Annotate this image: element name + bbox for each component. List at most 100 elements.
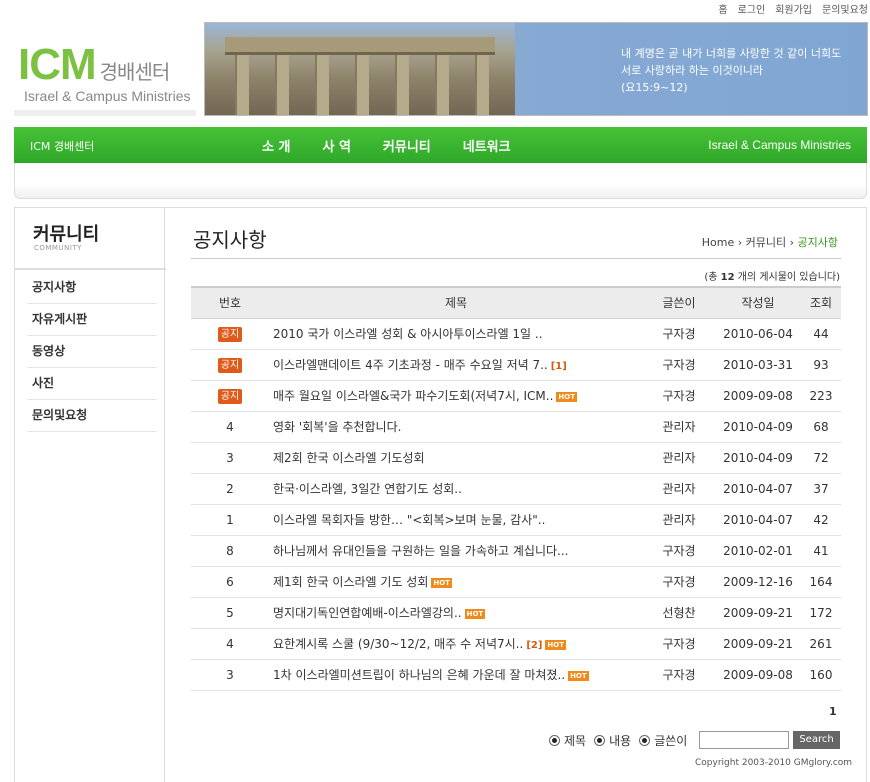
sidebar-item-inquiry[interactable]: 문의및요청 bbox=[27, 400, 157, 432]
search-form: 제목 내용 글쓴이 Search bbox=[549, 731, 840, 749]
nav-item-community[interactable]: 커뮤니티 bbox=[383, 136, 431, 155]
top-link-login[interactable]: 로그인 bbox=[738, 1, 766, 16]
cell-number: 5 bbox=[191, 597, 269, 629]
cell-title: 제2회 한국 이스라엘 기도성회 bbox=[269, 442, 643, 474]
sub-nav-bar bbox=[14, 163, 867, 199]
cell-views: 261 bbox=[801, 628, 841, 660]
search-input[interactable] bbox=[699, 731, 790, 749]
post-title-link[interactable]: 제1회 한국 이스라엘 기도 성회 bbox=[273, 575, 428, 589]
cell-views: 42 bbox=[801, 504, 841, 536]
nav-item-about[interactable]: 소 개 bbox=[262, 136, 290, 155]
post-title-link[interactable]: 요한계시록 스쿨 (9/30~12/2, 매주 수 저녁7시.. bbox=[273, 637, 523, 651]
cell-number: 4 bbox=[191, 411, 269, 443]
table-header-row: 번호 제목 글쓴이 작성일 조회 bbox=[191, 286, 841, 319]
post-title-link[interactable]: 이스라엘맨데이트 4주 기초과정 - 매주 수요일 저녁 7.. bbox=[273, 358, 548, 372]
cell-date: 2010-04-09 bbox=[715, 411, 801, 443]
cell-date: 2010-04-07 bbox=[715, 504, 801, 536]
table-row[interactable]: 공지 이스라엘맨데이트 4주 기초과정 - 매주 수요일 저녁 7.. [1] 구자경… bbox=[191, 349, 841, 381]
cell-date: 2010-04-09 bbox=[715, 442, 801, 474]
notice-badge: 공지 bbox=[217, 388, 243, 404]
post-title-link[interactable]: 명지대기독인연합예배-이스라엘강의.. bbox=[273, 606, 462, 620]
chevron-right-icon: › bbox=[737, 236, 743, 249]
table-row[interactable]: 4 요한계시록 스쿨 (9/30~12/2, 매주 수 저녁7시.. [2] HOT 구… bbox=[191, 628, 841, 660]
table-row[interactable]: 4 영화 '회복'을 추천합니다. 관리자 2010-04-09 68 bbox=[191, 411, 841, 443]
table-row[interactable]: 3 제2회 한국 이스라엘 기도성회 관리자 2010-04-09 72 bbox=[191, 442, 841, 474]
post-title-link[interactable]: 매주 월요일 이스라엘&국가 파수기도회(저녁7시, ICM.. bbox=[273, 389, 553, 403]
nav-brand[interactable]: ICM 경배센터 bbox=[30, 138, 94, 154]
cell-title: 1차 이스라엘미션트립이 하나님의 은혜 가운데 잘 마쳐졌.. HOT bbox=[269, 659, 643, 691]
search-option-content[interactable]: 내용 bbox=[594, 732, 631, 749]
cell-author: 구자경 bbox=[643, 535, 715, 567]
nav-item-network[interactable]: 네트워크 bbox=[463, 136, 511, 155]
table-row[interactable]: 3 1차 이스라엘미션트립이 하나님의 은혜 가운데 잘 마쳐졌.. HOT 구자경 2… bbox=[191, 659, 841, 691]
cell-author: 구자경 bbox=[643, 380, 715, 412]
cell-views: 160 bbox=[801, 659, 841, 691]
top-link-home[interactable]: 홈 bbox=[718, 1, 727, 16]
table-row[interactable]: 2 한국·이스라엘, 3일간 연합기도 성회.. 관리자 2010-04-07 37 bbox=[191, 473, 841, 505]
breadcrumb-section[interactable]: 커뮤니티 bbox=[746, 236, 786, 249]
search-option-author[interactable]: 글쓴이 bbox=[639, 732, 687, 749]
top-link-join[interactable]: 회원가입 bbox=[775, 1, 812, 16]
top-link-inquiry[interactable]: 문의및요청 bbox=[822, 1, 868, 16]
hot-badge-icon: HOT bbox=[545, 639, 567, 650]
post-title-link[interactable]: 하나님께서 유대인들을 구원하는 일을 가속하고 계십니다... bbox=[273, 544, 568, 558]
sidebar-item-video[interactable]: 동영상 bbox=[27, 336, 157, 368]
cell-number: 8 bbox=[191, 535, 269, 567]
nav-tagline: Israel & Campus Ministries bbox=[708, 138, 851, 152]
site-logo[interactable]: ICM 경배센터 Israel & Campus Ministries bbox=[18, 43, 198, 105]
cell-date: 2009-09-21 bbox=[715, 628, 801, 660]
cell-views: 41 bbox=[801, 535, 841, 567]
radio-icon[interactable] bbox=[639, 734, 651, 746]
cell-views: 37 bbox=[801, 473, 841, 505]
cell-date: 2010-06-04 bbox=[715, 318, 801, 350]
cell-number: 3 bbox=[191, 659, 269, 691]
notice-badge: 공지 bbox=[217, 357, 243, 373]
sidebar-item-notice[interactable]: 공지사항 bbox=[27, 272, 157, 304]
cell-title: 영화 '회복'을 추천합니다. bbox=[269, 411, 643, 443]
pagination-current[interactable]: 1 bbox=[829, 705, 837, 718]
cell-date: 2009-12-16 bbox=[715, 566, 801, 598]
cell-number: 2 bbox=[191, 473, 269, 505]
banner-verse: 내 계명은 곧 내가 너희를 사랑한 것 같이 너희도 서로 사랑하라 하는 이… bbox=[621, 45, 841, 96]
table-row[interactable]: 공지 매주 월요일 이스라엘&국가 파수기도회(저녁7시, ICM.. HOT 구자경… bbox=[191, 380, 841, 412]
table-row[interactable]: 6 제1회 한국 이스라엘 기도 성회 HOT 구자경 2009-12-16 164 bbox=[191, 566, 841, 598]
post-title-link[interactable]: 제2회 한국 이스라엘 기도성회 bbox=[273, 451, 425, 465]
search-button[interactable]: Search bbox=[793, 731, 840, 749]
cell-author: 구자경 bbox=[643, 566, 715, 598]
radio-icon[interactable] bbox=[594, 734, 606, 746]
table-row[interactable]: 8 하나님께서 유대인들을 구원하는 일을 가속하고 계십니다... 구자경 2010… bbox=[191, 535, 841, 567]
radio-icon[interactable] bbox=[549, 734, 560, 746]
table-row[interactable]: 공지 2010 국가 이스라엘 성회 & 아시아투이스라엘 1일 .. 구자경 201… bbox=[191, 318, 841, 350]
cell-title: 명지대기독인연합예배-이스라엘강의.. HOT bbox=[269, 597, 643, 629]
table-row[interactable]: 5 명지대기독인연합예배-이스라엘강의.. HOT 선형찬 2009-09-21 172 bbox=[191, 597, 841, 629]
post-count: (총 12 개의 게시물이 있습니다) bbox=[704, 268, 840, 283]
board-table: 번호 제목 글쓴이 작성일 조회 공지 2010 국가 이스라엘 성회 & 아시아… bbox=[191, 286, 841, 691]
cell-title: 제1회 한국 이스라엘 기도 성회 HOT bbox=[269, 566, 643, 598]
post-title-link[interactable]: 한국·이스라엘, 3일간 연합기도 성회.. bbox=[273, 482, 462, 496]
header-banner: 내 계명은 곧 내가 너희를 사랑한 것 같이 너희도 서로 사랑하라 하는 이… bbox=[204, 22, 868, 116]
post-title-link[interactable]: 2010 국가 이스라엘 성회 & 아시아투이스라엘 1일 .. bbox=[273, 327, 543, 341]
cell-number: 공지 bbox=[191, 380, 269, 412]
comment-count: [1] bbox=[550, 361, 567, 372]
sidebar-item-photo[interactable]: 사진 bbox=[27, 368, 157, 400]
sidebar-subtitle: COMMUNITY bbox=[34, 244, 82, 252]
cell-date: 2010-03-31 bbox=[715, 349, 801, 381]
cell-author: 구자경 bbox=[643, 628, 715, 660]
table-row[interactable]: 1 이스라엘 목회자들 방한… "<회복>보며 눈물, 감사".. 관리자 2010-… bbox=[191, 504, 841, 536]
cell-views: 223 bbox=[801, 380, 841, 412]
sidebar-item-free-board[interactable]: 자유게시판 bbox=[27, 304, 157, 336]
hot-badge-icon: HOT bbox=[556, 391, 578, 402]
post-title-link[interactable]: 영화 '회복'을 추천합니다. bbox=[273, 420, 401, 434]
cell-author: 관리자 bbox=[643, 473, 715, 505]
nav-item-ministry[interactable]: 사 역 bbox=[322, 136, 350, 155]
post-title-link[interactable]: 이스라엘 목회자들 방한… "<회복>보며 눈물, 감사".. bbox=[273, 513, 545, 527]
search-option-author-label: 글쓴이 bbox=[654, 733, 688, 748]
hot-badge-icon: HOT bbox=[464, 608, 486, 619]
breadcrumb-home[interactable]: Home bbox=[702, 236, 734, 249]
copyright: Copyright 2003-2010 GMglory.com bbox=[695, 758, 853, 768]
post-title-link[interactable]: 1차 이스라엘미션트립이 하나님의 은혜 가운데 잘 마쳐졌.. bbox=[273, 668, 565, 682]
cell-views: 72 bbox=[801, 442, 841, 474]
search-option-title[interactable]: 제목 bbox=[549, 732, 586, 749]
header-views: 조회 bbox=[801, 286, 841, 319]
cell-title: 한국·이스라엘, 3일간 연합기도 성회.. bbox=[269, 473, 643, 505]
